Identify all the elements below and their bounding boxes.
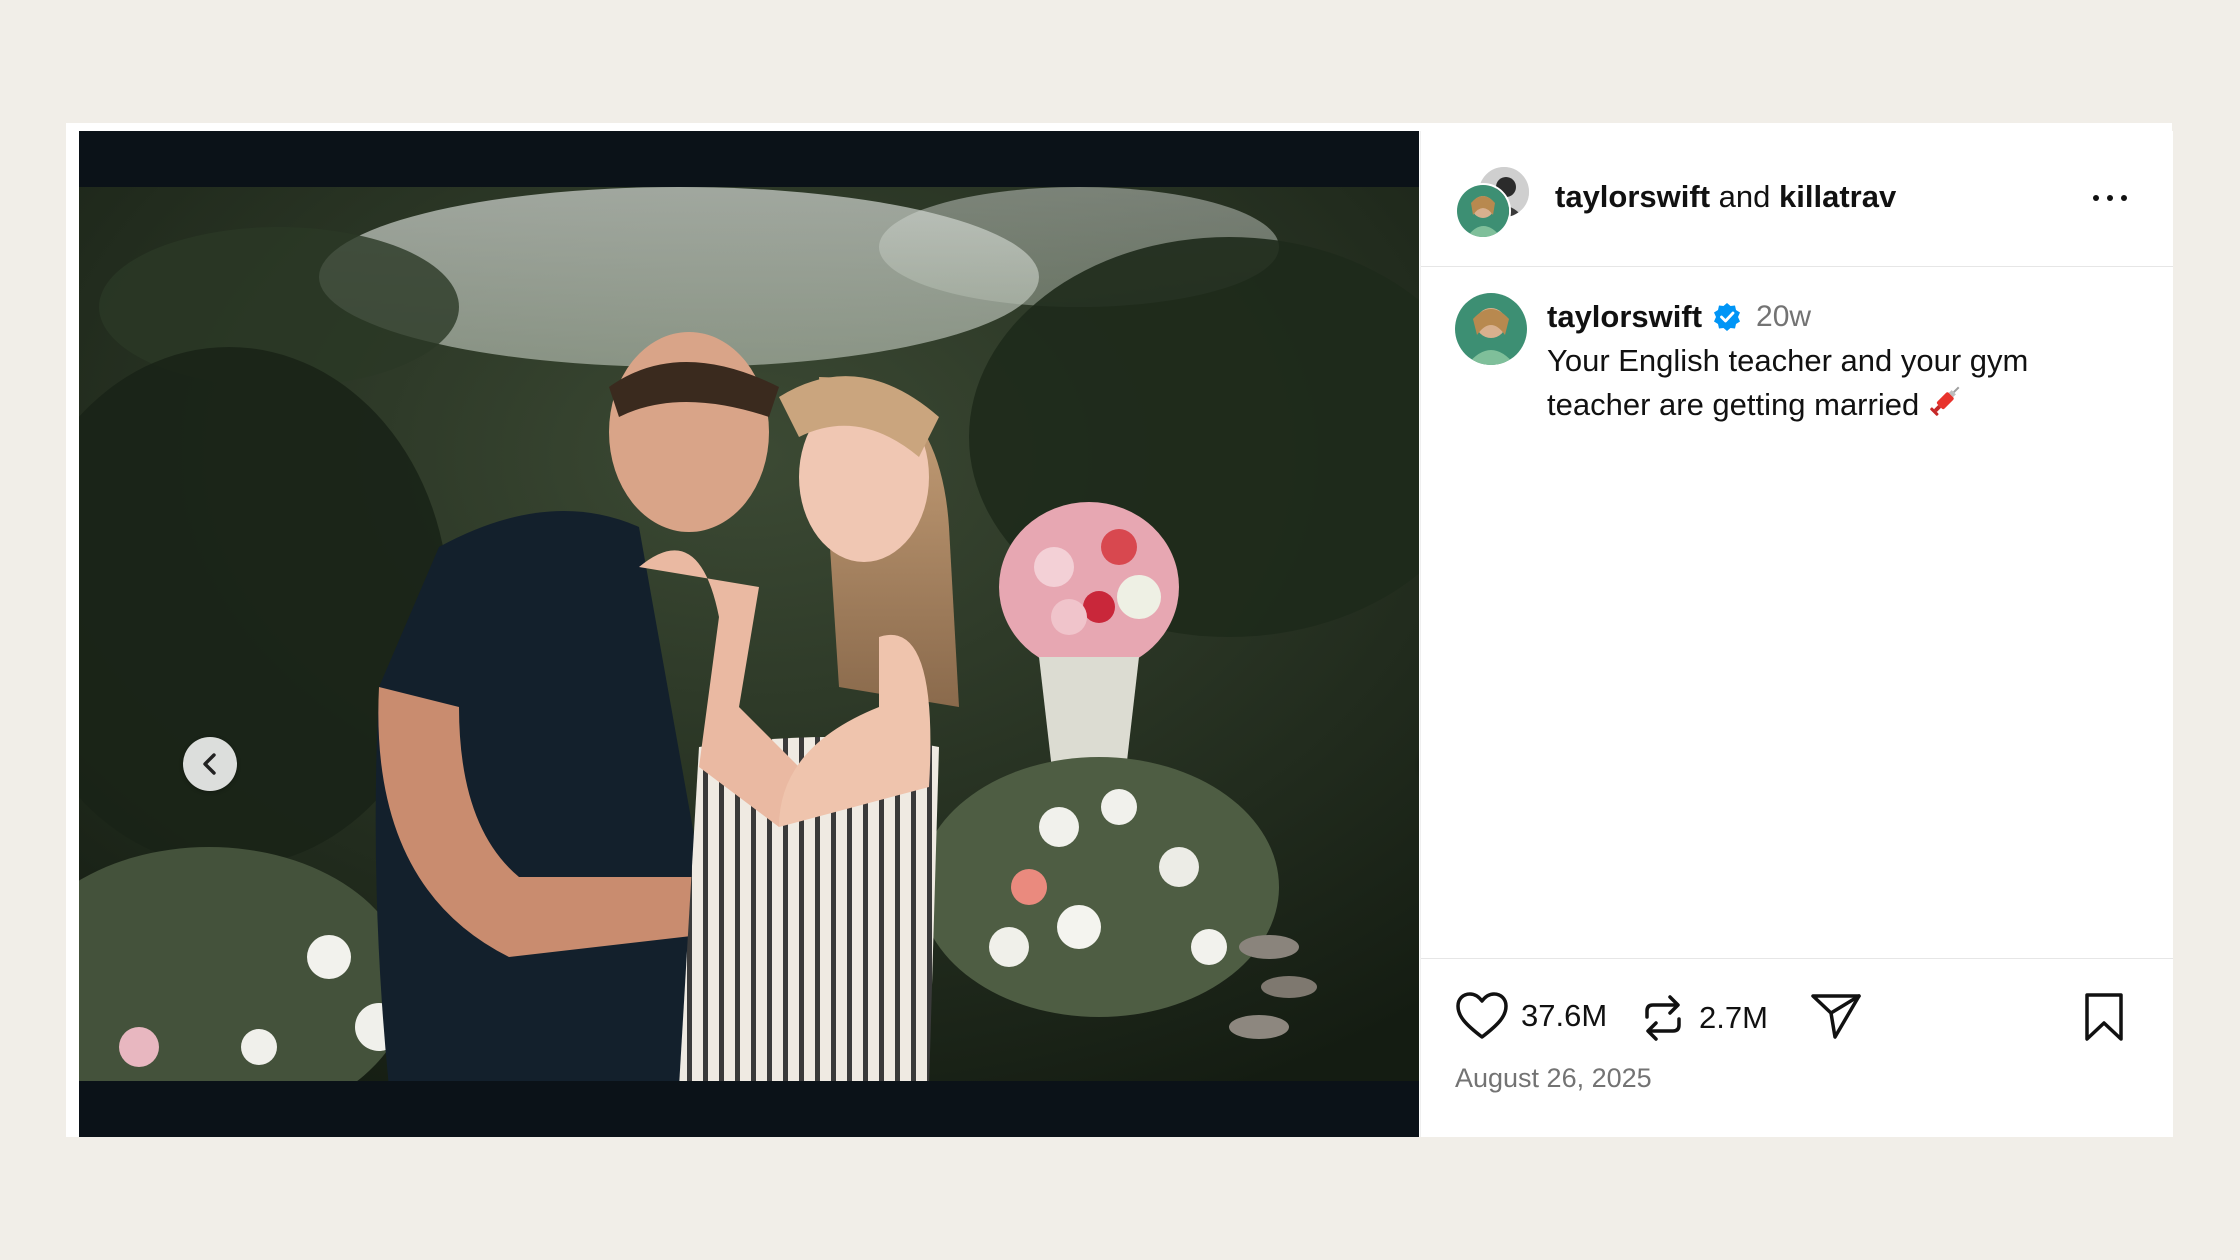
save-button[interactable] <box>2081 991 2127 1043</box>
repost-button[interactable]: 2.7M <box>1639 991 1768 1045</box>
send-icon <box>1811 994 1861 1039</box>
heart-icon <box>1456 992 1508 1039</box>
header-username-2[interactable]: killatrav <box>1779 179 1896 214</box>
like-button[interactable]: 37.6M <box>1455 991 1607 1041</box>
collab-title: taylorswift and killatrav <box>1555 179 1896 215</box>
post-media[interactable] <box>79 131 1419 1137</box>
post-photo <box>79 187 1419 1081</box>
caption-avatar[interactable] <box>1455 293 1527 365</box>
post-actions: 37.6M 2.7M <box>1455 991 2145 1051</box>
repost-icon <box>1645 995 1681 1041</box>
verified-badge-icon <box>1714 303 1741 331</box>
avatar-taylorswift <box>1455 183 1511 239</box>
caption-username[interactable]: taylorswift <box>1547 299 1702 335</box>
more-options-button[interactable] <box>2089 183 2139 213</box>
footer-divider <box>1421 958 2173 959</box>
header-joiner: and <box>1718 179 1771 214</box>
caption-timestamp[interactable]: 20w <box>1756 300 1811 334</box>
header-username-1[interactable]: taylorswift <box>1555 179 1710 214</box>
share-button[interactable] <box>1809 991 1863 1041</box>
repost-count[interactable]: 2.7M <box>1699 1000 1768 1036</box>
previous-slide-button[interactable] <box>183 737 237 791</box>
like-count[interactable]: 37.6M <box>1521 998 1607 1034</box>
post-date[interactable]: August 26, 2025 <box>1455 1063 1652 1094</box>
chevron-left-icon <box>203 753 216 775</box>
more-icon <box>2093 195 2099 201</box>
garden-photo <box>79 187 1419 1081</box>
post-header: taylorswift and killatrav <box>1421 131 2173 267</box>
caption-text-block: Your English teacher and your gym teache… <box>1547 341 2107 425</box>
syringe-icon <box>1930 386 1960 416</box>
collab-avatars[interactable] <box>1455 165 1531 239</box>
bookmark-icon <box>2085 993 2123 1041</box>
post-side-panel: taylorswift and killatrav taylorswift 20… <box>1420 131 2173 1137</box>
